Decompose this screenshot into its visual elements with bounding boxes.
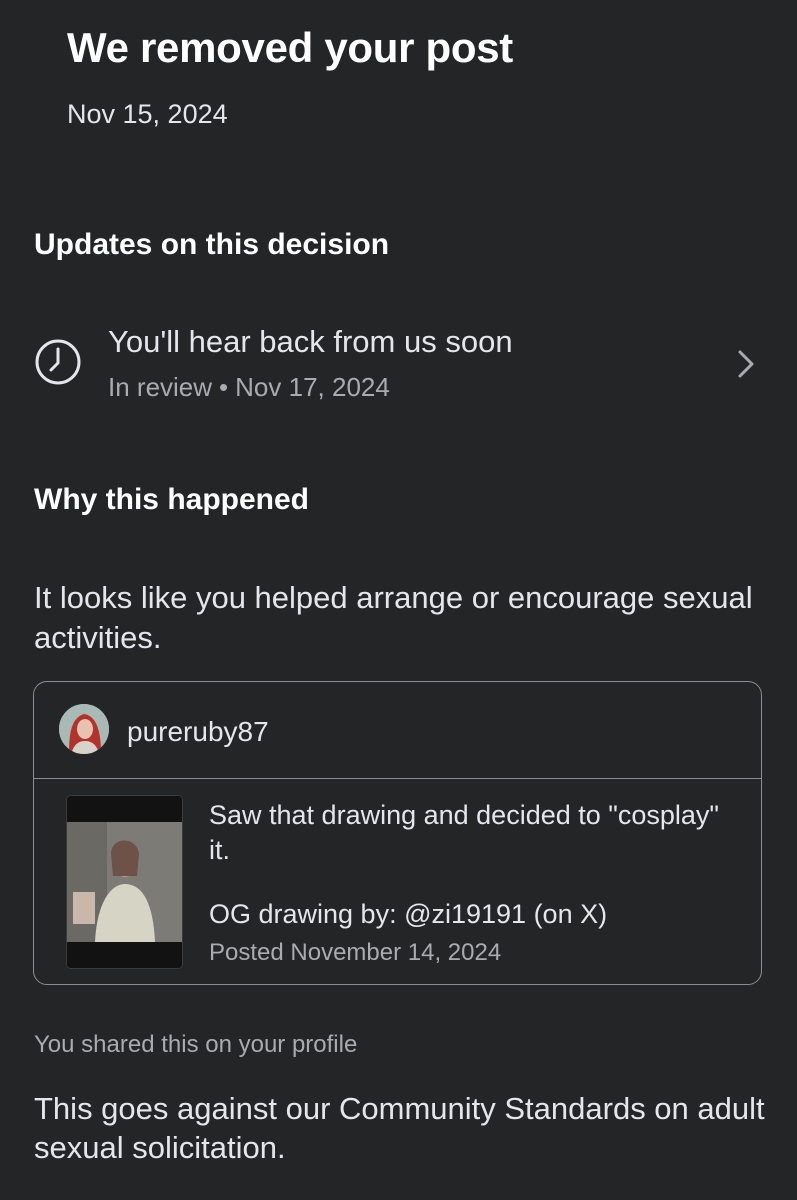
update-date: Nov 17, 2024	[235, 372, 390, 402]
update-title: You'll hear back from us soon	[108, 324, 513, 359]
avatar-image	[59, 704, 109, 754]
chevron-right-icon[interactable]	[734, 346, 758, 382]
username[interactable]: pureruby87	[127, 716, 269, 748]
post-thumbnail-image	[67, 796, 182, 968]
update-status: In review	[108, 372, 213, 402]
removal-date: Nov 15, 2024	[67, 99, 228, 129]
caption-line-1: Saw that drawing and decided to "cosplay…	[209, 800, 719, 865]
shared-note: You shared this on your profile	[34, 1031, 358, 1058]
meta-separator: •	[219, 372, 229, 402]
post-thumbnail[interactable]	[66, 795, 183, 969]
why-heading: Why this happened	[34, 483, 310, 516]
community-standards-text: This goes against our Community Standard…	[34, 1091, 765, 1165]
reason-text: It looks like you helped arrange or enco…	[34, 580, 753, 655]
post-header: pureruby87	[34, 682, 761, 779]
post-date: Posted November 14, 2024	[209, 939, 502, 966]
update-meta: In review • Nov 17, 2024	[108, 372, 390, 403]
updates-heading: Updates on this decision	[34, 228, 390, 261]
page-title: We removed your post	[67, 24, 513, 71]
caption-line-2: OG drawing by: @zi19191 (on X)	[209, 899, 608, 929]
clock-icon	[35, 339, 81, 385]
avatar	[59, 704, 109, 754]
decision-update-row[interactable]: You'll hear back from us soon In review •…	[0, 318, 797, 414]
post-card[interactable]: pureruby87 Saw that drawing and decided …	[33, 681, 762, 985]
post-caption: Saw that drawing and decided to "cosplay…	[209, 798, 739, 932]
